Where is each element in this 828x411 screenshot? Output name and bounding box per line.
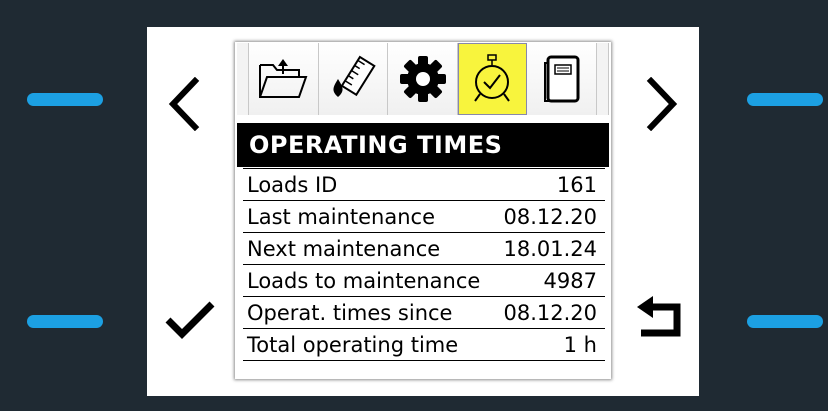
device-display: OPERATING TIMES Loads ID 161 Last mainte… bbox=[147, 27, 699, 396]
chevron-left-icon[interactable] bbox=[167, 77, 201, 131]
return-icon[interactable] bbox=[637, 293, 685, 341]
page-title: OPERATING TIMES bbox=[237, 123, 609, 167]
tab-settings[interactable] bbox=[388, 43, 458, 115]
checkmark-icon[interactable] bbox=[164, 300, 216, 340]
row-last-maintenance: Last maintenance 08.12.20 bbox=[243, 200, 605, 232]
softkey-left-top[interactable] bbox=[27, 93, 103, 106]
tab-edge-right bbox=[597, 43, 609, 115]
row-loads-to-maintenance: Loads to maintenance 4987 bbox=[243, 264, 605, 296]
softkey-right-top[interactable] bbox=[747, 93, 823, 106]
tab-folder-upload[interactable] bbox=[248, 43, 319, 115]
alarm-clock-icon bbox=[474, 54, 510, 102]
row-label: Loads ID bbox=[247, 172, 338, 197]
row-label: Next maintenance bbox=[247, 236, 441, 261]
row-label: Operat. times since bbox=[247, 300, 453, 325]
chevron-right-icon[interactable] bbox=[645, 77, 679, 131]
row-label: Last maintenance bbox=[247, 204, 435, 229]
gear-icon bbox=[399, 56, 446, 102]
row-value: 08.12.20 bbox=[503, 204, 597, 229]
info-table: Loads ID 161 Last maintenance 08.12.20 N… bbox=[243, 168, 605, 361]
row-value: 161 bbox=[556, 172, 597, 197]
row-value: 4987 bbox=[543, 268, 597, 293]
row-value: 08.12.20 bbox=[503, 300, 597, 325]
folder-upload-icon bbox=[259, 59, 308, 98]
document-icon bbox=[543, 55, 580, 103]
row-label: Total operating time bbox=[247, 332, 459, 357]
tab-operating-times[interactable] bbox=[457, 43, 528, 115]
row-next-maintenance: Next maintenance 18.01.24 bbox=[243, 232, 605, 264]
measure-drop-icon bbox=[333, 55, 376, 97]
row-operat-times-since: Operat. times since 08.12.20 bbox=[243, 296, 605, 328]
tab-edge-left bbox=[237, 43, 249, 115]
row-value: 18.01.24 bbox=[503, 236, 597, 261]
row-total-operating-time: Total operating time 1 h bbox=[243, 328, 605, 361]
row-value: 1 h bbox=[563, 332, 597, 357]
softkey-left-bottom[interactable] bbox=[27, 315, 103, 328]
tab-measure-drop[interactable] bbox=[318, 43, 389, 115]
tab-bar bbox=[237, 43, 609, 115]
softkey-right-bottom[interactable] bbox=[747, 315, 823, 328]
tab-documents[interactable] bbox=[527, 43, 598, 115]
row-loads-id: Loads ID 161 bbox=[243, 168, 605, 200]
operating-times-panel: OPERATING TIMES Loads ID 161 Last mainte… bbox=[235, 42, 611, 379]
row-label: Loads to maintenance bbox=[247, 268, 481, 293]
